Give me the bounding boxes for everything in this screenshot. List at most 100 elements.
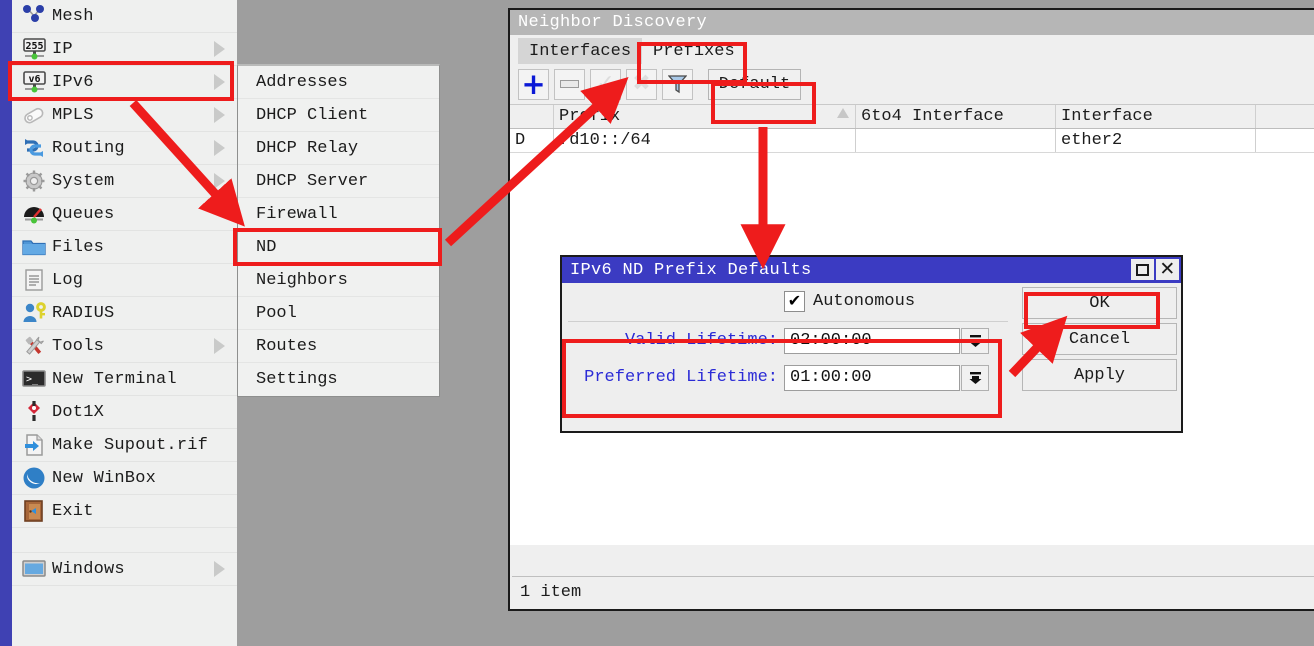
table-header-row: Prefix 6to4 Interface Interface	[510, 105, 1314, 129]
submenu-item-nd[interactable]: ND	[238, 231, 439, 264]
preferred-lifetime-spinner[interactable]	[961, 364, 989, 391]
menu-item-tools[interactable]: Tools	[12, 330, 237, 363]
cell-extra	[1256, 129, 1314, 152]
menu-item-files[interactable]: Files	[12, 231, 237, 264]
col-flag[interactable]	[510, 105, 554, 128]
menu-item-label: Dot1X	[52, 402, 105, 422]
dialog-window-controls: ✕	[1131, 259, 1179, 280]
dialog-title: IPv6 ND Prefix Defaults	[570, 260, 812, 280]
submenu-item-firewall[interactable]: Firewall	[238, 198, 439, 231]
minus-icon	[560, 80, 579, 88]
col-extra[interactable]	[1256, 105, 1314, 128]
menu-item-mesh[interactable]: Mesh	[12, 0, 237, 33]
mpls-icon	[24, 107, 44, 124]
col-6to4-interface[interactable]: 6to4 Interface	[856, 105, 1056, 128]
folder-icon	[16, 233, 52, 261]
dialog-titlebar: IPv6 ND Prefix Defaults ✕	[562, 257, 1181, 283]
menu-item-label: Exit	[52, 501, 94, 521]
col-prefix[interactable]: Prefix	[554, 105, 856, 128]
ip-255-icon: 255	[16, 35, 52, 63]
ipv6-icon: v6	[16, 68, 52, 96]
menu-item-dot1x[interactable]: Dot1X	[12, 396, 237, 429]
ok-button[interactable]: OK	[1022, 287, 1177, 319]
winbox-icon	[23, 467, 45, 489]
valid-lifetime-label: Valid Lifetime:	[624, 331, 778, 350]
submenu-item-dhcp-relay[interactable]: DHCP Relay	[238, 132, 439, 165]
svg-text:255: 255	[25, 41, 43, 52]
submenu-item-dhcp-server[interactable]: DHCP Server	[238, 165, 439, 198]
gear-icon	[23, 170, 45, 192]
log-icon	[16, 266, 52, 294]
menu-item-log[interactable]: Log	[12, 264, 237, 297]
disable-button[interactable]: ✖	[626, 68, 657, 100]
menu-item-system[interactable]: System	[12, 165, 237, 198]
enable-button[interactable]: ✓	[590, 68, 621, 100]
tools-icon	[16, 332, 52, 360]
menu-item-label: IP	[52, 39, 73, 59]
submenu-item-addresses[interactable]: Addresses	[238, 66, 439, 99]
valid-lifetime-input[interactable]: 02:00:00	[784, 327, 960, 354]
ok-button-label: OK	[1089, 293, 1110, 313]
table-row[interactable]: D fd10::/64 ether2	[510, 129, 1314, 153]
add-button[interactable]: +	[518, 66, 549, 101]
plus-icon: +	[521, 66, 546, 101]
main-menu-panel: Mesh 255 IP v6 IPv6 MPLS Routing System Queues Fi…	[0, 0, 237, 646]
ip-255-icon: 255	[23, 38, 46, 60]
menu-item-ip[interactable]: 255 IP	[12, 33, 237, 66]
menu-item-new-winbox[interactable]: New WinBox	[12, 462, 237, 495]
valid-lifetime-spinner[interactable]	[961, 327, 989, 354]
terminal-icon: >_	[16, 365, 52, 393]
cancel-button[interactable]: Cancel	[1022, 323, 1177, 355]
menu-item-exit[interactable]: Exit	[12, 495, 237, 528]
maximize-button[interactable]	[1131, 259, 1154, 280]
submenu-item-pool[interactable]: Pool	[238, 297, 439, 330]
submenu-item-label: DHCP Client	[256, 105, 369, 125]
submenu-item-neighbors[interactable]: Neighbors	[238, 264, 439, 297]
col-interface[interactable]: Interface	[1056, 105, 1256, 128]
menu-item-make-supout-rif[interactable]: Make Supout.rif	[12, 429, 237, 462]
terminal-icon: >_	[22, 370, 46, 387]
submenu-item-routes[interactable]: Routes	[238, 330, 439, 363]
tab-interfaces[interactable]: Interfaces	[518, 38, 643, 64]
menu-item-windows[interactable]: Windows	[12, 553, 237, 586]
apply-button-label: Apply	[1073, 365, 1125, 385]
chevron-right-icon	[214, 561, 225, 577]
menu-item-new-terminal[interactable]: >_ New Terminal	[12, 363, 237, 396]
default-button[interactable]: Default	[708, 68, 801, 100]
menu-item-radius[interactable]: RADIUS	[12, 297, 237, 330]
dot1x-icon	[28, 401, 40, 421]
queues-gauge-icon	[24, 207, 44, 224]
submenu-item-label: Firewall	[256, 204, 338, 224]
sort-ascending-icon	[837, 108, 849, 118]
dot1x-icon	[16, 398, 52, 426]
mesh-icon	[16, 2, 52, 30]
menu-item-queues[interactable]: Queues	[12, 198, 237, 231]
menu-item-label: New Terminal	[52, 369, 177, 389]
tab-prefixes[interactable]: Prefixes	[642, 38, 746, 64]
filter-button[interactable]	[662, 68, 693, 100]
exit-door-icon	[16, 497, 52, 525]
preferred-lifetime-input[interactable]: 01:00:00	[784, 364, 960, 391]
menu-item-label: Log	[52, 270, 84, 290]
menu-item-routing[interactable]: Routing	[12, 132, 237, 165]
chevron-right-icon	[214, 41, 225, 57]
menu-item-label: System	[52, 171, 115, 191]
remove-button[interactable]	[554, 68, 585, 100]
submenu-item-label: ND	[256, 237, 277, 257]
autonomous-checkbox[interactable]: ✔	[784, 290, 805, 312]
cell-prefix: fd10::/64	[554, 129, 856, 152]
submenu-item-dhcp-client[interactable]: DHCP Client	[238, 99, 439, 132]
close-button[interactable]: ✕	[1156, 259, 1179, 280]
menu-item-label: Queues	[52, 204, 115, 224]
menu-item-ipv6[interactable]: v6 IPv6	[12, 66, 237, 99]
nd-window-titlebar: Neighbor Discovery	[510, 10, 1314, 35]
menu-item-label: New WinBox	[52, 468, 157, 488]
mpls-icon	[16, 101, 52, 129]
preferred-lifetime-label: Preferred Lifetime:	[584, 368, 778, 387]
submenu-item-settings[interactable]: Settings	[238, 363, 439, 396]
mesh-icon	[23, 5, 44, 22]
svg-text:v6: v6	[28, 74, 40, 85]
menu-divider	[12, 528, 237, 553]
menu-item-mpls[interactable]: MPLS	[12, 99, 237, 132]
apply-button[interactable]: Apply	[1022, 359, 1177, 391]
